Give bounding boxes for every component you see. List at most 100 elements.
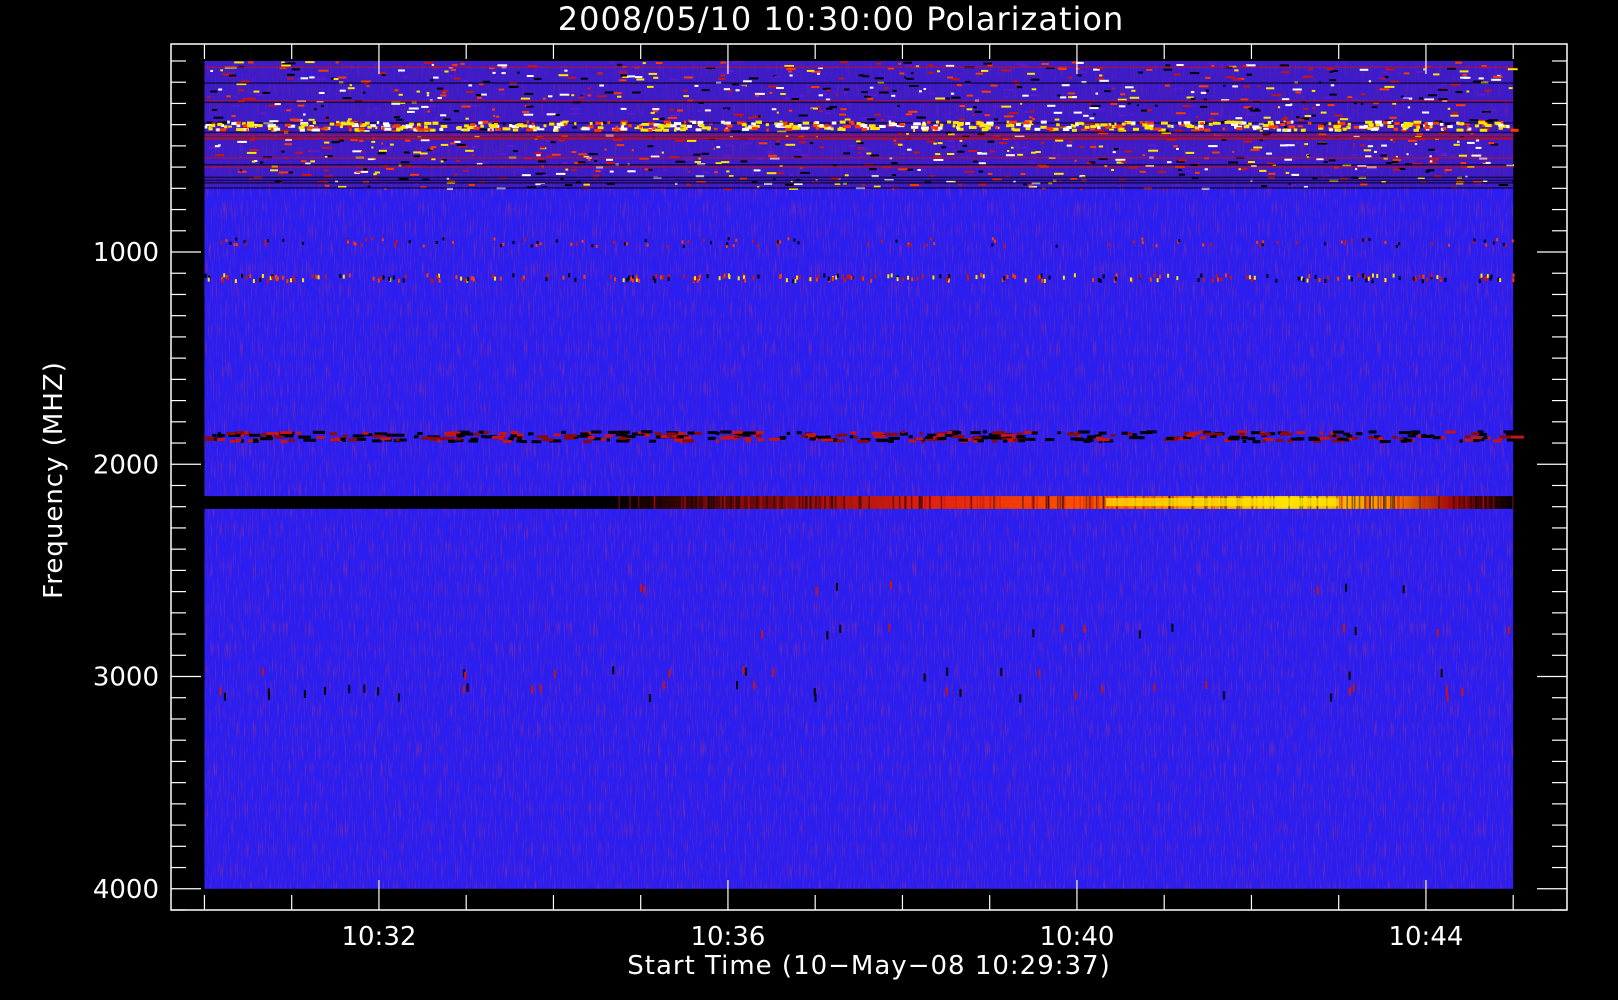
noisy-band-pixel <box>1138 71 1143 74</box>
red-line-pixel <box>617 430 630 434</box>
burst-streak <box>1385 496 1387 509</box>
noisy-band-pixel <box>1482 110 1491 113</box>
red-line-pixel <box>1024 437 1036 441</box>
sparse-speck <box>890 581 892 590</box>
bright-band-pixel <box>1424 122 1429 126</box>
red-line-pixel <box>437 439 441 443</box>
dotted-line-pixel <box>545 277 548 282</box>
noisy-band-pixel <box>1238 168 1241 171</box>
noisy-band-pixel <box>526 105 534 108</box>
red-line-pixel <box>339 437 346 441</box>
noisy-band-pixel <box>604 91 614 94</box>
red-line-pixel <box>1287 439 1292 443</box>
sparse-speck <box>1019 694 1022 703</box>
noisy-band-pixel <box>716 146 721 149</box>
burst-streak <box>1397 496 1399 509</box>
sparse-speck <box>1038 669 1041 678</box>
noisy-band-pixel <box>775 172 784 175</box>
noisy-band-pixel <box>1004 88 1015 91</box>
noisy-band-pixel <box>1488 119 1499 122</box>
red-line-pixel <box>296 431 302 435</box>
noisy-band-pixel <box>345 72 350 75</box>
red-line-pixel <box>455 437 462 441</box>
noisy-band-pixel <box>1173 73 1181 76</box>
burst-streak <box>708 496 710 509</box>
dotted-line-pixel <box>402 278 405 283</box>
noisy-band-pixel <box>941 146 946 149</box>
bright-band-pixel <box>792 126 800 130</box>
noisy-band-pixel <box>371 146 374 149</box>
noisy-band-pixel <box>1457 78 1461 81</box>
dotted-line-pixel <box>472 277 475 282</box>
red-line-pixel <box>1077 430 1090 434</box>
burst-streak <box>824 496 826 509</box>
dotted-line-pixel <box>1266 273 1269 278</box>
bright-band-pixel <box>597 126 604 130</box>
noisy-band-pixel <box>413 151 422 154</box>
noisy-band-pixel <box>908 85 919 87</box>
red-line-pixel <box>564 434 577 438</box>
noisy-band-pixel <box>860 147 868 150</box>
noisy-band-pixel <box>1459 70 1469 73</box>
dotted-line-pixel <box>1003 276 1006 281</box>
red-line-pixel <box>745 439 751 443</box>
noisy-band-pixel <box>892 174 896 176</box>
red-line-pixel <box>380 437 391 441</box>
dotted-line-pixel <box>718 276 721 281</box>
sparse-speck <box>223 692 226 701</box>
sparse-speck <box>888 623 891 632</box>
burst-streak <box>929 496 931 509</box>
sparse-dot-pixel <box>1324 242 1327 246</box>
noisy-band-pixel <box>987 140 995 143</box>
noisy-band-pixel <box>1462 73 1467 76</box>
noisy-band-pixel <box>776 140 780 143</box>
bright-band-pixel <box>726 124 733 128</box>
y-tick-label: 1000 <box>93 238 159 268</box>
burst-streak <box>920 496 922 509</box>
red-line-pixel <box>707 437 714 441</box>
noisy-band-pixel <box>251 160 256 163</box>
red-line-pixel <box>1506 438 1517 442</box>
sparse-speck <box>1507 626 1510 635</box>
red-line-pixel <box>850 431 857 435</box>
sparse-dot-pixel <box>1431 242 1434 245</box>
noisy-band-pixel <box>426 94 430 97</box>
noisy-band-pixel <box>385 167 394 170</box>
noisy-band-pixel <box>1392 140 1396 143</box>
noisy-band-pixel <box>937 70 940 73</box>
noisy-band-pixel <box>471 104 479 107</box>
sparse-dot-pixel <box>1202 243 1205 247</box>
burst-streak <box>917 496 919 509</box>
bright-band-pixel <box>1439 122 1444 126</box>
noisy-band-pixel <box>1121 160 1127 163</box>
noisy-band-pixel <box>1030 110 1035 113</box>
bright-band-pixel <box>1501 120 1504 124</box>
burst-streak <box>1057 496 1059 509</box>
noisy-band-pixel <box>923 88 927 90</box>
noisy-band-pixel <box>1512 180 1521 183</box>
noisy-band-pixel <box>1325 67 1334 70</box>
noisy-band-pixel <box>773 75 782 78</box>
noisy-band-pixel <box>1079 145 1084 148</box>
red-line-pixel <box>229 439 236 443</box>
noisy-band-pixel <box>1329 93 1337 96</box>
dotted-line-pixel <box>1012 273 1015 278</box>
sparse-dot-pixel <box>1344 240 1347 244</box>
noisy-band-pixel <box>552 153 561 156</box>
red-line-pixel <box>936 437 947 440</box>
burst-streak <box>683 496 686 509</box>
bright-band-pixel <box>556 122 563 126</box>
noisy-band-pixel <box>610 61 615 64</box>
noisy-band-pixel <box>973 106 977 109</box>
noisy-band-pixel <box>857 142 864 145</box>
noisy-band-streak <box>204 99 1514 102</box>
noisy-band-pixel <box>819 110 823 113</box>
dotted-line-pixel <box>1220 277 1223 282</box>
burst-streak <box>1372 496 1374 509</box>
bright-band-pixel <box>698 124 705 128</box>
noisy-band-pixel <box>663 169 668 172</box>
dotted-line-pixel <box>286 279 289 284</box>
noisy-band-pixel <box>1444 169 1452 171</box>
noisy-band-pixel <box>1250 148 1260 151</box>
noisy-band-pixel <box>627 170 636 173</box>
